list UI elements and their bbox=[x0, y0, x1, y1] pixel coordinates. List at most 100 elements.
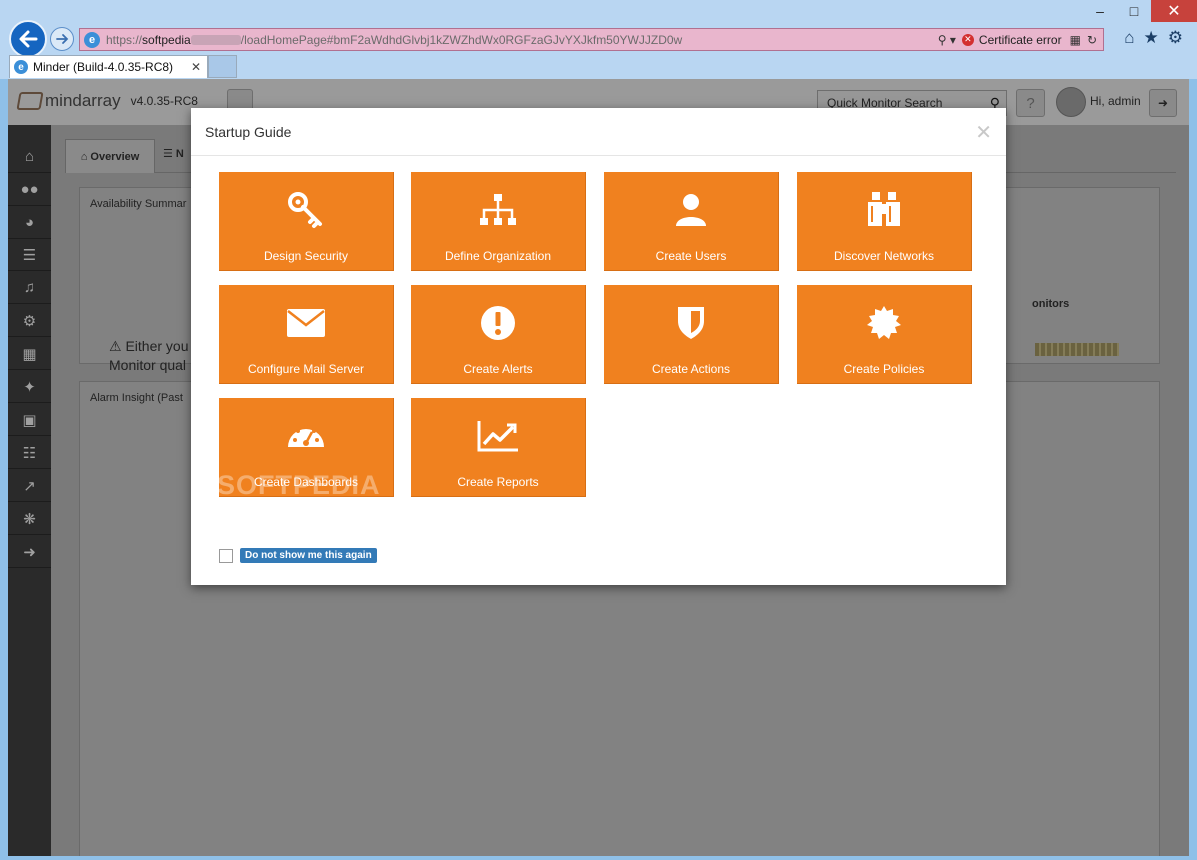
sidebar-wrench-icon[interactable]: ✦ bbox=[8, 371, 51, 403]
tile-label: Create Reports bbox=[457, 475, 539, 489]
url-redacted bbox=[190, 35, 241, 46]
tile-create-actions[interactable]: Create Actions bbox=[604, 285, 779, 384]
tile-design-security[interactable]: Design Security bbox=[219, 172, 394, 271]
arrow-left-icon bbox=[19, 30, 38, 48]
close-window-icon[interactable]: ✕ bbox=[1151, 0, 1197, 22]
url-text: https://softpedia/loadHomePage#bmF2aWdhd… bbox=[106, 33, 766, 47]
warning-line1: Either you bbox=[125, 338, 189, 354]
sidebar-home-icon[interactable]: ⌂ bbox=[8, 141, 51, 173]
tile-create-alerts[interactable]: Create Alerts bbox=[411, 285, 586, 384]
url-host: softpedia bbox=[142, 32, 191, 47]
sidebar-cogs-icon[interactable]: ❋ bbox=[8, 503, 51, 535]
tab-close-icon[interactable]: ✕ bbox=[191, 60, 201, 74]
dont-show-again: Do not show me this again bbox=[219, 548, 377, 563]
tile-label: Design Security bbox=[263, 249, 349, 263]
tile-label: Create Actions bbox=[651, 362, 731, 376]
compat-view-icon[interactable]: ▦ bbox=[1070, 33, 1081, 47]
favorites-star-icon[interactable]: ★ bbox=[1144, 28, 1159, 48]
sidebar-bell-icon[interactable]: ♫ bbox=[8, 272, 51, 304]
exclamation-icon bbox=[411, 301, 585, 345]
shield-icon bbox=[604, 301, 778, 345]
url-scheme: https:// bbox=[106, 32, 143, 47]
key-icon bbox=[219, 188, 393, 232]
browser-tab[interactable]: e Minder (Build-4.0.35-RC8) ✕ bbox=[9, 55, 208, 78]
monitors-bar bbox=[1035, 343, 1119, 356]
greeting-label[interactable]: Hi, admin bbox=[1090, 94, 1141, 108]
tile-label: Create Users bbox=[655, 249, 727, 263]
window-controls: – □ ✕ bbox=[1083, 0, 1197, 24]
sidebar-expand-icon[interactable]: ➜ bbox=[8, 536, 51, 568]
sitemap-icon bbox=[411, 188, 585, 232]
forward-button[interactable] bbox=[50, 27, 74, 51]
tile-label: Discover Networks bbox=[833, 249, 935, 263]
new-tab-button[interactable] bbox=[208, 55, 237, 78]
user-icon bbox=[604, 188, 778, 232]
home-icon[interactable]: ⌂ bbox=[1124, 28, 1134, 48]
tile-create-dashboards[interactable]: Create Dashboards bbox=[219, 398, 394, 497]
tile-label: Create Policies bbox=[843, 362, 925, 376]
logout-icon[interactable]: ➜ bbox=[1149, 89, 1177, 117]
address-bar[interactable]: e https://softpedia/loadHomePage#bmF2aWd… bbox=[79, 28, 1104, 51]
settings-gear-icon[interactable]: ⚙ bbox=[1168, 28, 1183, 48]
startup-guide-modal: Startup Guide ✕ Design Security Define O… bbox=[191, 108, 1006, 585]
sidebar-sitemap-icon[interactable]: ☰ bbox=[8, 239, 51, 271]
dont-show-label[interactable]: Do not show me this again bbox=[240, 548, 377, 563]
tab-overview[interactable]: ⌂ Overview bbox=[65, 139, 155, 173]
refresh-icon[interactable]: ↻ bbox=[1087, 33, 1097, 47]
warning-line2: Monitor qual bbox=[109, 357, 187, 373]
sidebar-users-icon[interactable]: ●● bbox=[8, 174, 51, 206]
monitors-label: onitors bbox=[1032, 298, 1070, 310]
tile-configure-mail-server[interactable]: Configure Mail Server bbox=[219, 285, 394, 384]
sidebar-settings-icon[interactable]: ⚙ bbox=[8, 305, 51, 337]
dashboard-icon bbox=[219, 414, 393, 458]
availability-title: Availability Summar bbox=[90, 198, 187, 210]
envelope-icon bbox=[219, 301, 393, 345]
back-button[interactable] bbox=[9, 20, 47, 58]
dont-show-checkbox[interactable] bbox=[219, 548, 233, 563]
search-dropdown-icon[interactable]: ⚲ ▾ bbox=[938, 33, 956, 47]
binoculars-icon bbox=[797, 188, 971, 232]
sidebar-monitor-icon[interactable]: ▣ bbox=[8, 404, 51, 436]
tab-sitemap-icon[interactable]: ☰ N bbox=[163, 147, 184, 160]
ie-icon: e bbox=[84, 31, 100, 48]
availability-warning: ⚠ Either you Monitor qual bbox=[109, 337, 189, 375]
tab-overview-label: Overview bbox=[90, 150, 140, 163]
avatar[interactable] bbox=[1056, 87, 1086, 117]
warning-icon: ⚠ bbox=[109, 338, 122, 354]
tile-define-organization[interactable]: Define Organization bbox=[411, 172, 586, 271]
tile-label: Create Alerts bbox=[463, 362, 533, 376]
sidebar-dashboard-icon[interactable]: ◕ bbox=[8, 207, 51, 239]
sidebar-calendar-icon[interactable]: ☷ bbox=[8, 437, 51, 469]
version-label: v4.0.35-RC8 bbox=[130, 94, 198, 108]
tile-label: Create Dashboards bbox=[253, 475, 359, 489]
certificate-icon bbox=[797, 301, 971, 345]
tab-title: Minder (Build-4.0.35-RC8) bbox=[33, 60, 174, 74]
brand-logo[interactable]: mindarray v4.0.35-RC8 bbox=[16, 91, 198, 111]
alarm-insight-title: Alarm Insight (Past bbox=[90, 392, 183, 404]
sidebar-chart-icon[interactable]: ↗ bbox=[8, 470, 51, 502]
tile-label: Configure Mail Server bbox=[247, 362, 365, 376]
cert-error-label[interactable]: Certificate error bbox=[979, 33, 1062, 47]
tile-discover-networks[interactable]: Discover Networks bbox=[797, 172, 972, 271]
modal-title: Startup Guide bbox=[205, 124, 292, 140]
tile-create-policies[interactable]: Create Policies bbox=[797, 285, 972, 384]
modal-close-icon[interactable]: ✕ bbox=[975, 120, 992, 145]
sidebar-calculator-icon[interactable]: ▦ bbox=[8, 338, 51, 370]
minimize-icon[interactable]: – bbox=[1083, 0, 1117, 22]
brand-name: mindarray bbox=[45, 91, 121, 110]
maximize-icon[interactable]: □ bbox=[1117, 0, 1151, 22]
help-button[interactable]: ? bbox=[1016, 89, 1045, 117]
url-path: /loadHomePage#bmF2aWdhdGlvbj1kZWZhdWx0RG… bbox=[240, 32, 683, 47]
tab-ie-icon: e bbox=[14, 60, 28, 74]
arrow-right-icon bbox=[56, 34, 69, 44]
tile-create-users[interactable]: Create Users bbox=[604, 172, 779, 271]
browser-tab-row: e Minder (Build-4.0.35-RC8) ✕ bbox=[0, 54, 1197, 78]
tile-label: Define Organization bbox=[444, 249, 552, 263]
brand-mark-icon bbox=[16, 92, 44, 110]
cert-error-icon[interactable]: ✕ bbox=[961, 33, 974, 46]
tile-create-reports[interactable]: Create Reports bbox=[411, 398, 586, 497]
modal-header: Startup Guide ✕ bbox=[191, 108, 1006, 156]
line-chart-icon bbox=[411, 414, 585, 458]
browser-tools: ⌂ ★ ⚙ bbox=[1124, 28, 1183, 48]
sidebar: ⌂ ●● ◕ ☰ ♫ ⚙ ▦ ✦ ▣ ☷ ↗ ❋ ➜ bbox=[8, 125, 51, 856]
